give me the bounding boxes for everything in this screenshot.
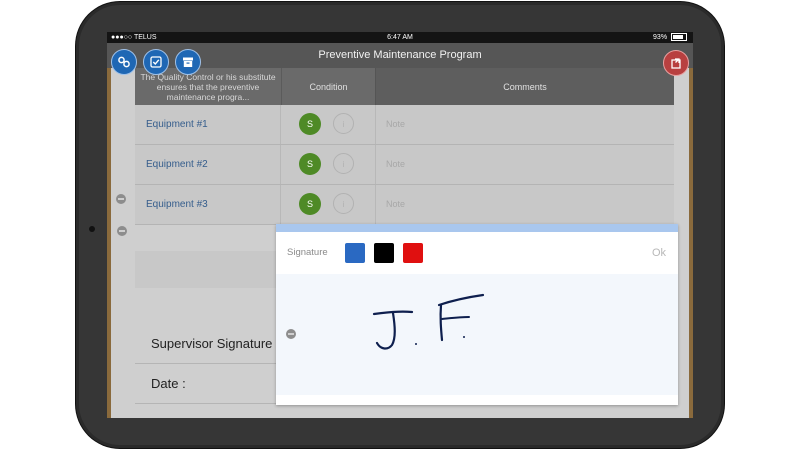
signature-toolbar: Signature Ok xyxy=(276,232,678,274)
condition-cell: S i xyxy=(281,185,376,224)
archive-button[interactable] xyxy=(175,49,201,75)
clock: 6:47 AM xyxy=(387,34,413,41)
note-input[interactable]: Note xyxy=(375,185,674,224)
signature-modal: Signature Ok xyxy=(276,224,678,405)
table-row: Equipment #2 S i Note xyxy=(135,145,674,185)
modal-accent-bar xyxy=(276,224,678,232)
info-button[interactable]: i xyxy=(333,153,354,174)
front-camera xyxy=(89,226,95,232)
checklist-icon xyxy=(150,56,162,68)
condition-satisfactory-button[interactable]: S xyxy=(299,153,321,175)
color-swatch-blue[interactable] xyxy=(345,243,365,263)
condition-cell: S i xyxy=(281,145,376,184)
header-comments: Comments xyxy=(375,68,674,105)
link-icon xyxy=(118,56,130,68)
equipment-name[interactable]: Equipment #3 xyxy=(135,185,281,224)
color-swatch-black[interactable] xyxy=(374,243,394,263)
export-button[interactable] xyxy=(663,50,689,76)
clipboard-edge-right xyxy=(689,68,693,418)
equipment-name[interactable]: Equipment #1 xyxy=(135,105,281,144)
condition-satisfactory-button[interactable]: S xyxy=(299,193,321,215)
delete-row-icon[interactable] xyxy=(117,226,127,236)
info-button[interactable]: i xyxy=(333,193,354,214)
table-header: The Quality Control or his substitute en… xyxy=(135,68,674,105)
condition-satisfactory-button[interactable]: S xyxy=(299,113,321,135)
signature-label: Signature xyxy=(287,247,328,258)
note-input[interactable]: Note xyxy=(375,145,674,184)
modal-footer xyxy=(276,395,678,405)
table-row: Equipment #3 S i Note xyxy=(135,185,674,225)
checklist-button[interactable] xyxy=(143,49,169,75)
battery-percent: 93% xyxy=(653,34,668,41)
note-input[interactable]: Note xyxy=(375,105,674,144)
delete-row-icon[interactable] xyxy=(116,194,126,204)
signature-canvas[interactable] xyxy=(276,274,678,395)
info-button[interactable]: i xyxy=(333,113,354,134)
condition-cell: S i xyxy=(281,105,376,144)
link-button[interactable] xyxy=(111,49,137,75)
status-bar: ●●●○○ TELUS 6:47 AM 93% xyxy=(107,32,693,43)
header-condition: Condition xyxy=(281,68,375,105)
equipment-name[interactable]: Equipment #2 xyxy=(135,145,281,184)
color-swatch-red[interactable] xyxy=(403,243,423,263)
battery-icon xyxy=(671,33,687,42)
ok-button[interactable]: Ok xyxy=(652,232,666,274)
delete-row-icon[interactable] xyxy=(286,329,296,339)
signature-drawing xyxy=(372,293,485,350)
battery-indicator: 93% xyxy=(653,32,687,43)
table-row: Equipment #1 S i Note xyxy=(135,105,674,145)
export-icon xyxy=(671,58,681,69)
archive-icon xyxy=(183,57,193,67)
